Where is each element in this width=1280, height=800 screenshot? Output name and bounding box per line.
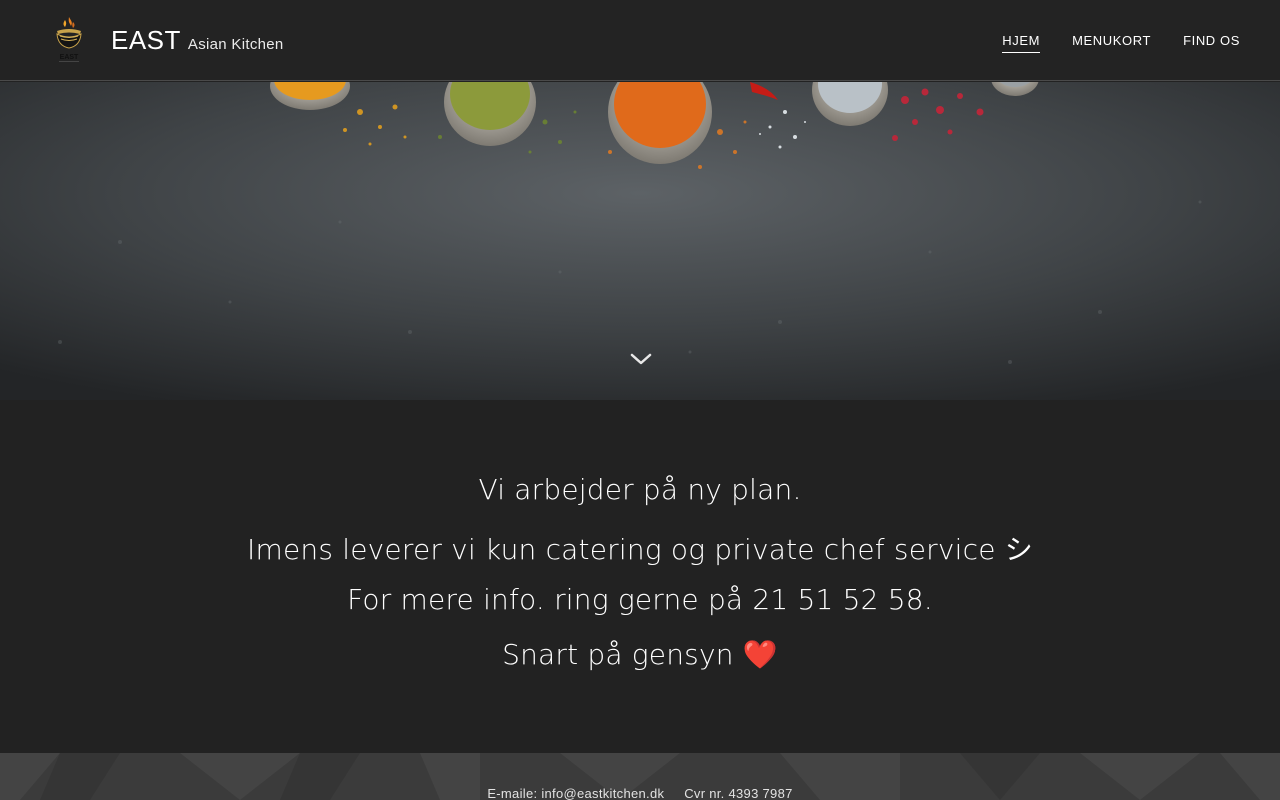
- site-footer: E-maile: info@eastkitchen.dk Cvr nr. 439…: [0, 753, 1280, 800]
- brand-name: EAST: [111, 25, 181, 55]
- footer-email[interactable]: E-maile: info@eastkitchen.dk: [487, 786, 664, 800]
- nav-item-menukort[interactable]: MENUKORT: [1072, 33, 1151, 53]
- scroll-down-chevron-icon[interactable]: [628, 350, 654, 368]
- nav-item-hjem[interactable]: HJEM: [1002, 33, 1041, 53]
- announcement-line-4: Snart på gensyn ❤️: [0, 638, 1280, 671]
- main-nav: HJEM MENUKORT FIND OS: [970, 33, 1240, 53]
- announcement-line-2: Imens leverer vi kun catering og private…: [247, 533, 1033, 566]
- site-header: EAST EAST Asian Kitchen HJEM MENUKORT FI…: [0, 0, 1280, 81]
- hero-banner: [0, 82, 1280, 400]
- announcement-section: Vi arbejder på ny plan. Imens leverer vi…: [0, 400, 1280, 753]
- announcement-line-3: For mere info. ring gerne på 21 51 52 58…: [347, 583, 933, 616]
- footer-contact: E-maile: info@eastkitchen.dk Cvr nr. 439…: [0, 786, 1280, 800]
- noodle-bowl-logo-icon[interactable]: EAST: [52, 14, 86, 66]
- brand[interactable]: EAST Asian Kitchen: [111, 25, 284, 56]
- heart-icon: ❤️: [742, 638, 778, 671]
- footer-cvr: Cvr nr. 4393 7987: [684, 786, 793, 800]
- nav-item-find-os[interactable]: FIND OS: [1183, 33, 1240, 53]
- svg-text:EAST: EAST: [60, 54, 79, 61]
- announcement-line-4-text: Snart på gensyn: [502, 638, 743, 671]
- brand-tagline: Asian Kitchen: [187, 36, 284, 53]
- announcement-line-1: Vi arbejder på ny plan.: [478, 473, 802, 506]
